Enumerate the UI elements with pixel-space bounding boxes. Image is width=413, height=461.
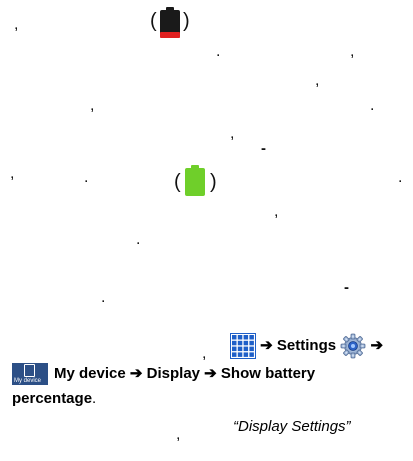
open-paren: ( <box>174 171 181 193</box>
period-mark: . <box>216 43 221 60</box>
comma-mark: , <box>315 72 320 89</box>
battery-full-icon <box>185 165 205 196</box>
comma-mark: , <box>202 345 207 362</box>
my-device-icon: My device <box>12 363 48 386</box>
dash-mark: - <box>261 140 266 157</box>
instruction-line-2: My device My device ➔ Display ➔ Show bat… <box>12 362 315 386</box>
period-mark: . <box>92 390 97 407</box>
settings-label: Settings <box>276 337 337 354</box>
period-mark: . <box>398 169 403 186</box>
period-mark: . <box>84 169 89 186</box>
dash-mark: - <box>344 279 349 296</box>
my-device-icon-label: My device <box>14 378 42 385</box>
comma-mark: , <box>14 16 19 33</box>
battery-low-icon <box>160 7 180 38</box>
comma-mark: , <box>350 43 355 60</box>
arrow-icon: ➔ <box>129 365 143 382</box>
comma-mark: , <box>274 203 279 220</box>
comma-mark: , <box>176 426 181 443</box>
period-mark: . <box>136 231 141 248</box>
arrow-icon: ➔ <box>260 337 273 354</box>
percentage-label: percentage <box>12 390 93 407</box>
arrow-icon: ➔ <box>370 337 384 354</box>
comma-mark: , <box>230 125 235 142</box>
show-battery-label: Show battery <box>220 365 316 382</box>
open-paren: ( <box>150 10 157 32</box>
arrow-icon: ➔ <box>204 365 217 382</box>
instruction-line-3: percentage. <box>12 388 96 410</box>
comma-mark: , <box>10 165 15 182</box>
instruction-line-1: ➔ Settings ➔ <box>230 333 384 360</box>
apps-grid-icon <box>230 333 256 360</box>
close-paren: ) <box>183 10 190 32</box>
close-paren: ) <box>210 171 217 193</box>
display-settings-quote: “Display Settings” <box>233 418 351 435</box>
settings-gear-icon <box>340 333 366 359</box>
comma-mark: , <box>90 97 95 114</box>
display-label: Display <box>146 365 200 382</box>
period-mark: . <box>370 97 375 114</box>
device-glyph <box>24 364 35 378</box>
my-device-label: My device <box>54 365 126 382</box>
period-mark: . <box>101 289 106 306</box>
